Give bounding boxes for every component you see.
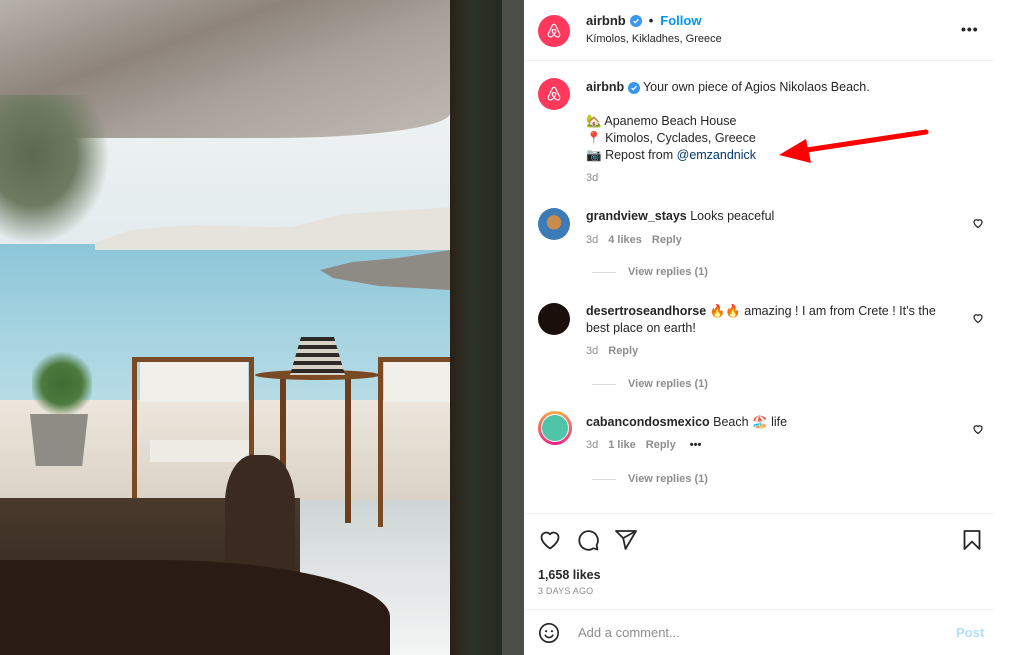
comment-avatar	[541, 414, 569, 442]
caption-line-text: Kimolos, Cyclades, Greece	[605, 131, 756, 145]
divider	[524, 609, 994, 610]
comment-avatar[interactable]	[538, 303, 570, 335]
divider	[524, 513, 994, 514]
comment-username[interactable]: desertroseandhorse	[586, 304, 706, 318]
caption-avatar[interactable]	[538, 78, 570, 110]
comment-like-heart-icon[interactable]	[972, 217, 984, 229]
photo-door-frame	[502, 0, 524, 655]
camera-emoji-icon: 📷	[586, 148, 602, 162]
verified-badge-icon	[629, 14, 642, 27]
post-location[interactable]: Kímolos, Kikladhes, Greece	[586, 33, 722, 45]
comment-age: 3d	[586, 439, 599, 451]
author-username[interactable]: airbnb	[586, 13, 626, 28]
caption-line: 📷 Repost from @emzandnick	[586, 147, 966, 164]
airbnb-logo-icon	[547, 23, 561, 38]
add-comment-input[interactable]	[576, 624, 910, 641]
airbnb-logo-icon	[547, 86, 561, 101]
save-bookmark-icon[interactable]	[960, 528, 984, 552]
verified-badge-icon	[627, 82, 640, 94]
comment-bubble-icon[interactable]	[576, 528, 600, 552]
view-replies-button[interactable]: View replies (1)	[592, 473, 708, 485]
photo-door-frame	[450, 0, 502, 655]
photo-pot	[30, 414, 88, 466]
caption-line-text: Repost from	[605, 148, 677, 162]
reply-button[interactable]: Reply	[608, 345, 638, 357]
emoji-smiley-icon[interactable]	[538, 622, 560, 644]
post-caption: airbnb Your own piece of Agios Nikolaos …	[586, 79, 966, 187]
comment-text: Looks peaceful	[690, 209, 775, 223]
comment-age: 3d	[586, 234, 599, 246]
add-comment-bar: Post	[524, 612, 994, 655]
comment-avatar[interactable]	[538, 208, 570, 240]
reply-button[interactable]: Reply	[646, 439, 676, 451]
follow-button[interactable]: Follow	[660, 13, 701, 28]
photo-plant	[32, 350, 92, 418]
comment-more-options-icon[interactable]: •••	[690, 439, 702, 451]
replies-rule	[592, 383, 616, 385]
comment-like-heart-icon[interactable]	[972, 312, 984, 324]
post-comment-button[interactable]: Post	[956, 625, 984, 640]
comment-likes[interactable]: 4 likes	[608, 234, 642, 246]
post-actions	[524, 528, 994, 554]
house-emoji-icon: 🏡	[586, 114, 602, 128]
photo-tree	[0, 95, 110, 245]
post-side-panel: airbnb • Follow Kímolos, Kikladhes, Gree…	[524, 0, 994, 655]
like-heart-icon[interactable]	[538, 528, 562, 552]
post-photo[interactable]	[0, 0, 524, 655]
post-header-user: airbnb • Follow	[586, 13, 701, 28]
replies-rule	[592, 271, 616, 273]
view-replies-button[interactable]: View replies (1)	[592, 378, 708, 390]
divider	[524, 60, 994, 61]
comment-age: 3d	[586, 345, 599, 357]
airbnb-avatar[interactable]	[538, 15, 570, 47]
share-paper-plane-icon[interactable]	[614, 528, 638, 552]
mention-link[interactable]: @emzandnick	[677, 148, 756, 162]
likes-count[interactable]: 1,658 likes	[538, 568, 601, 582]
photo-foreground-chair	[225, 455, 295, 575]
comment-text: Beach 🏖️ life	[713, 415, 788, 429]
post-date: 3 DAYS AGO	[538, 586, 594, 596]
comment-likes[interactable]: 1 like	[608, 439, 636, 451]
comment-username[interactable]: cabancondosmexico	[586, 415, 710, 429]
caption-line: 📍 Kimolos, Cyclades, Greece	[586, 130, 966, 147]
caption-text: Your own piece of Agios Nikolaos Beach.	[642, 80, 870, 94]
photo-chair	[378, 357, 450, 527]
view-replies-label: View replies (1)	[628, 378, 708, 390]
comment-like-heart-icon[interactable]	[972, 423, 984, 435]
comment-username[interactable]: grandview_stays	[586, 209, 687, 223]
view-replies-label: View replies (1)	[628, 473, 708, 485]
comment-avatar-story-ring[interactable]	[538, 411, 572, 445]
caption-line: 🏡 Apanemo Beach House	[586, 113, 966, 130]
view-replies-button[interactable]: View replies (1)	[592, 266, 708, 278]
more-options-icon[interactable]: •••	[961, 21, 979, 37]
view-replies-label: View replies (1)	[628, 266, 708, 278]
caption-username[interactable]: airbnb	[586, 80, 624, 94]
replies-rule	[592, 478, 616, 480]
caption-age: 3d	[586, 172, 599, 184]
reply-button[interactable]: Reply	[652, 234, 682, 246]
caption-line-text: Apanemo Beach House	[604, 114, 737, 128]
photo-table-leg	[345, 378, 351, 523]
pin-emoji-icon: 📍	[586, 131, 602, 145]
separator-dot: •	[648, 13, 654, 28]
